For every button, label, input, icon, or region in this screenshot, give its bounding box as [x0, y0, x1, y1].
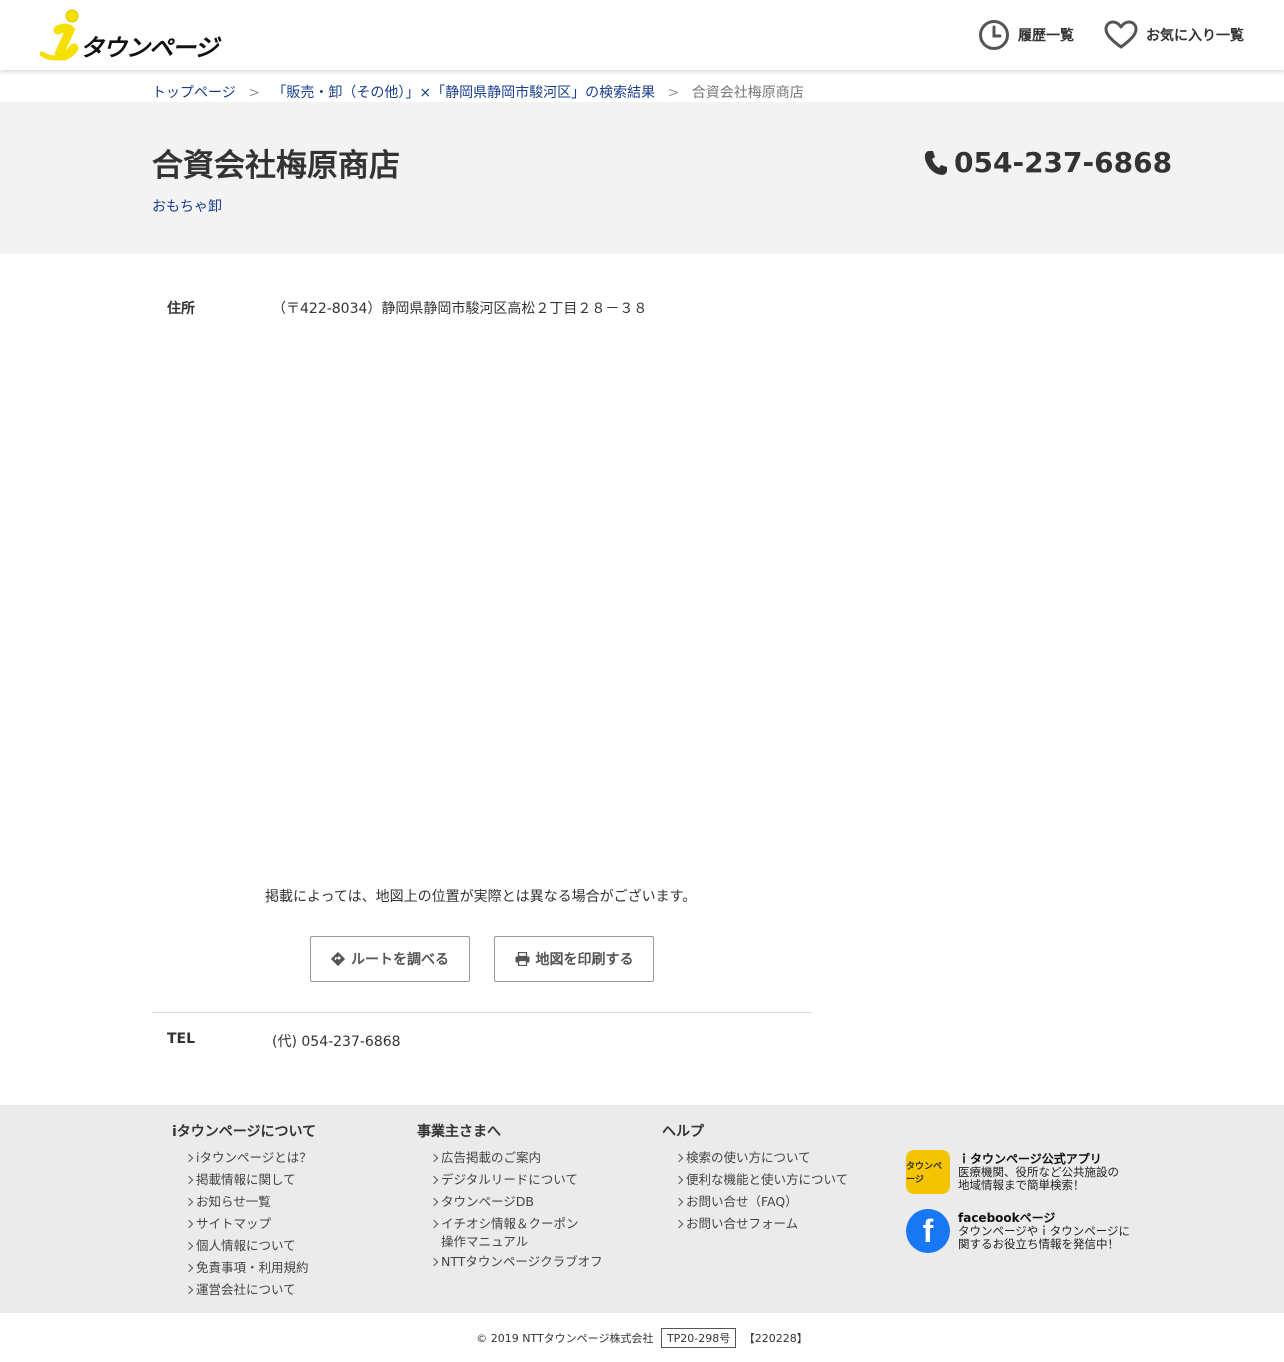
business-title-block: 合資会社梅原商店 おもちゃ卸 054-237-6868 [0, 102, 1284, 254]
footer-link[interactable]: デジタルリードについて [431, 1169, 603, 1191]
printer-icon [515, 952, 529, 966]
footer-link-line1: イチオシ情報＆クーポン [441, 1216, 579, 1231]
footer-link[interactable]: 運営会社について [186, 1279, 316, 1301]
clock-icon [979, 20, 1009, 50]
footer-link[interactable]: お問い合せ（FAQ） [676, 1191, 848, 1213]
address-value: （〒422-8034）静岡県静岡市駿河区高松２丁目２８－３８ [272, 301, 648, 317]
divider [152, 1012, 812, 1013]
footer-business-title: 事業主さまへ [417, 1124, 501, 1140]
favorites-label: お気に入り一覧 [1146, 28, 1244, 44]
breadcrumb-top-link[interactable]: トップページ [152, 85, 236, 101]
footer-link[interactable]: お知らせ一覧 [186, 1191, 316, 1213]
footer-link[interactable]: タウンページDB [431, 1191, 603, 1213]
facebook-promo-banner[interactable]: f facebookページ タウンページやｉタウンページに 関するお役立ち情報を… [906, 1209, 1130, 1253]
tel-label: TEL [167, 1031, 196, 1047]
footer-link[interactable]: 掲載情報に関して [186, 1169, 316, 1191]
page-title: 合資会社梅原商店 [152, 148, 400, 184]
footer-about-title: iタウンページについて [172, 1124, 317, 1140]
footer-link[interactable]: 検索の使い方について [676, 1147, 848, 1169]
breadcrumb-separator: > [667, 85, 680, 101]
footer-link[interactable]: 便利な機能と使い方について [676, 1169, 848, 1191]
breadcrumb-current: 合資会社梅原商店 [691, 85, 804, 101]
route-button[interactable]: ルートを調べる [310, 936, 470, 982]
version-code: 【220228】 [743, 1332, 808, 1345]
footer-link[interactable]: 広告掲載のご案内 [431, 1147, 603, 1169]
footer-link[interactable]: 個人情報について [186, 1235, 316, 1257]
app-promo-line1: 医療機関、役所など公共施設の [958, 1164, 1119, 1179]
site-header: タウンページ 履歴一覧 お気に入り一覧 [0, 0, 1284, 70]
app-icon: タウンページ [906, 1150, 950, 1194]
footer-help-column: ヘルプ 検索の使い方について 便利な機能と使い方について お問い合せ（FAQ） … [662, 1121, 848, 1235]
print-map-button[interactable]: 地図を印刷する [494, 936, 654, 982]
favorites-button[interactable]: お気に入り一覧 [1104, 18, 1244, 52]
site-footer: iタウンページについて iタウンページとは？ 掲載情報に関して お知らせ一覧 サ… [0, 1105, 1284, 1313]
app-promo-title: ｉタウンページ公式アプリ [958, 1151, 1102, 1166]
footer-link[interactable]: 免責事項・利用規約 [186, 1257, 316, 1279]
footer-about-column: iタウンページについて iタウンページとは？ 掲載情報に関して お知らせ一覧 サ… [172, 1121, 316, 1301]
logo-text: タウンページ [80, 34, 219, 62]
footer-link[interactable]: サイトマップ [186, 1213, 316, 1235]
footer-help-title: ヘルプ [662, 1124, 704, 1140]
footer-business-column: 事業主さまへ 広告掲載のご案内 デジタルリードについて タウンページDB イチオ… [417, 1121, 603, 1273]
breadcrumb: トップページ > 「販売・卸（その他）」×「静岡県静岡市駿河区」の検索結果 > … [152, 82, 804, 102]
app-promo-banner[interactable]: タウンページ ｉタウンページ公式アプリ 医療機関、役所など公共施設の 地域情報ま… [906, 1150, 1119, 1194]
fb-promo-title: facebookページ [958, 1210, 1056, 1225]
breadcrumb-separator: > [248, 85, 260, 101]
fb-promo-line2: 関するお役立ち情報を発信中！ [958, 1236, 1119, 1251]
tel-value: (代) 054-237-6868 [272, 1034, 401, 1050]
heart-icon [1104, 20, 1138, 49]
address-label: 住所 [167, 301, 195, 317]
footer-link-line2: 操作マニュアル [441, 1234, 529, 1249]
license-code: TP20-298号 [660, 1328, 737, 1348]
phone-icon [924, 150, 947, 175]
phone-block[interactable]: 054-237-6868 [924, 146, 1172, 179]
phone-number: 054-237-6868 [954, 146, 1173, 179]
history-button[interactable]: 履歴一覧 [978, 18, 1074, 52]
fb-promo-line1: タウンページやｉタウンページに [958, 1223, 1131, 1238]
footer-link[interactable]: イチオシ情報＆クーポン 操作マニュアル [431, 1213, 603, 1251]
copyright: © 2019 NTTタウンページ株式会社 TP20-298号 【220228】 [0, 1328, 1284, 1348]
map-note: 掲載によっては、地図上の位置が実際とは異なる場合がございます。 [265, 889, 697, 905]
breadcrumb-search-link[interactable]: 「販売・卸（その他）」×「静岡県静岡市駿河区」の検索結果 [272, 85, 655, 101]
app-promo-line2: 地域情報まで簡単検索！ [958, 1177, 1085, 1192]
route-icon [331, 952, 345, 966]
facebook-icon: f [906, 1209, 950, 1253]
footer-link[interactable]: お問い合せフォーム [676, 1213, 848, 1235]
print-button-label: 地図を印刷する [535, 952, 634, 968]
history-label: 履歴一覧 [1018, 28, 1074, 44]
copyright-text: © 2019 NTTタウンページ株式会社 [476, 1332, 654, 1345]
map[interactable] [265, 330, 813, 870]
route-button-label: ルートを調べる [351, 952, 449, 968]
footer-link[interactable]: NTTタウンページクラブオフ [431, 1251, 603, 1273]
category-link[interactable]: おもちゃ卸 [152, 196, 222, 216]
footer-link[interactable]: iタウンページとは？ [186, 1147, 316, 1169]
